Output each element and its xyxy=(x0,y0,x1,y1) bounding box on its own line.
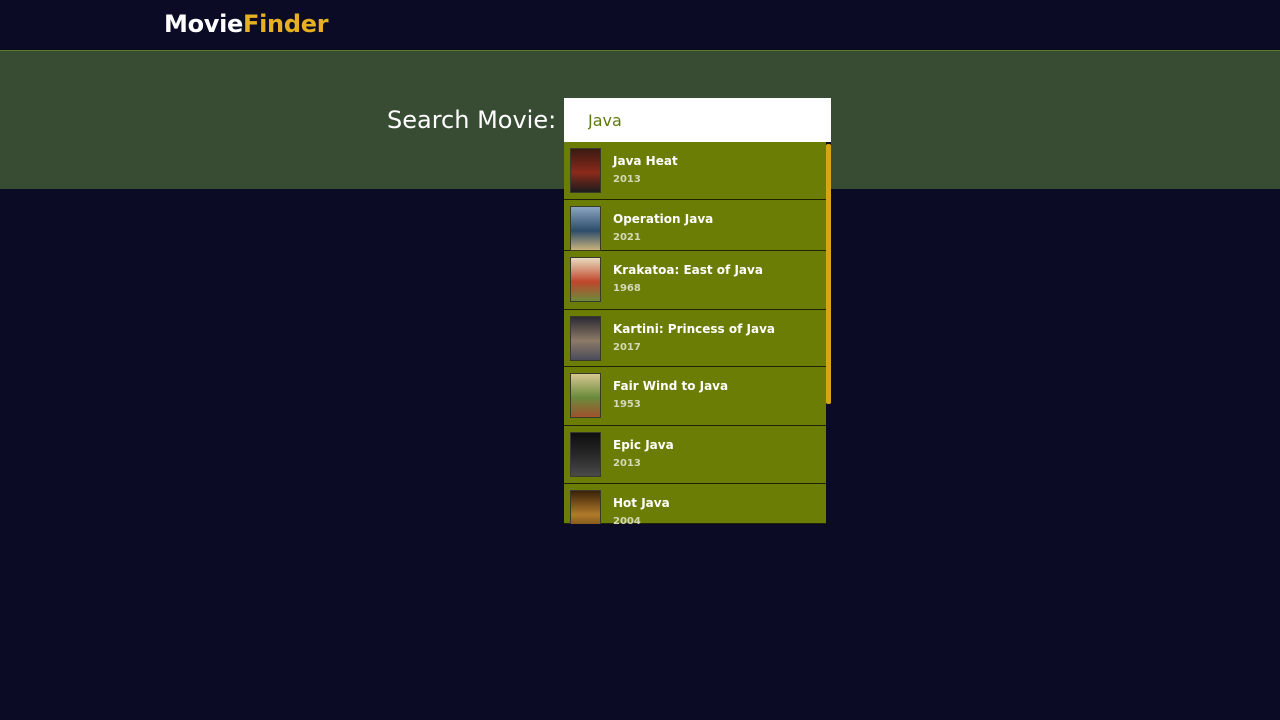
result-title: Krakatoa: East of Java xyxy=(613,263,763,277)
logo[interactable]: MovieFinder xyxy=(164,9,329,39)
results-list: Java Heat 2013 Operation Java 2021 Krakatoa:… xyxy=(564,142,826,524)
result-item[interactable]: Krakatoa: East of Java 1968 xyxy=(564,251,826,310)
result-title: Java Heat xyxy=(613,154,678,168)
result-year: 2013 xyxy=(613,174,641,185)
result-item[interactable]: Epic Java 2013 xyxy=(564,426,826,484)
search-input[interactable] xyxy=(564,98,831,142)
movie-poster-thumbnail xyxy=(570,373,601,418)
result-title: Operation Java xyxy=(613,212,714,226)
result-item[interactable]: Java Heat 2013 xyxy=(564,142,826,200)
result-item[interactable]: Hot Java 2004 xyxy=(564,484,826,524)
search-results-dropdown: Java Heat 2013 Operation Java 2021 Krakatoa:… xyxy=(564,142,831,524)
result-year: 1968 xyxy=(613,283,641,294)
movie-poster-thumbnail xyxy=(570,432,601,477)
search-label: Search Movie: xyxy=(387,106,557,134)
result-year: 1953 xyxy=(613,399,641,410)
result-title: Fair Wind to Java xyxy=(613,379,729,393)
top-bar: MovieFinder xyxy=(0,0,1280,51)
movie-poster-thumbnail xyxy=(570,206,601,251)
result-title: Kartini: Princess of Java xyxy=(613,322,776,336)
logo-part-movie: Movie xyxy=(164,10,244,38)
movie-poster-thumbnail xyxy=(570,316,601,361)
movie-poster-thumbnail xyxy=(570,490,601,524)
result-item[interactable]: Operation Java 2021 xyxy=(564,200,826,251)
result-year: 2013 xyxy=(613,458,641,469)
result-item[interactable]: Kartini: Princess of Java 2017 xyxy=(564,310,826,367)
result-title: Hot Java xyxy=(613,496,670,510)
result-title: Epic Java xyxy=(613,438,674,452)
result-year: 2004 xyxy=(613,516,641,524)
movie-poster-thumbnail xyxy=(570,148,601,193)
result-year: 2021 xyxy=(613,232,641,243)
result-item[interactable]: Fair Wind to Java 1953 xyxy=(564,367,826,426)
result-year: 2017 xyxy=(613,342,641,353)
scrollbar-thumb[interactable] xyxy=(826,144,831,404)
scrollbar-track[interactable] xyxy=(826,142,831,524)
movie-poster-thumbnail xyxy=(570,257,601,302)
logo-part-finder: Finder xyxy=(243,10,329,38)
